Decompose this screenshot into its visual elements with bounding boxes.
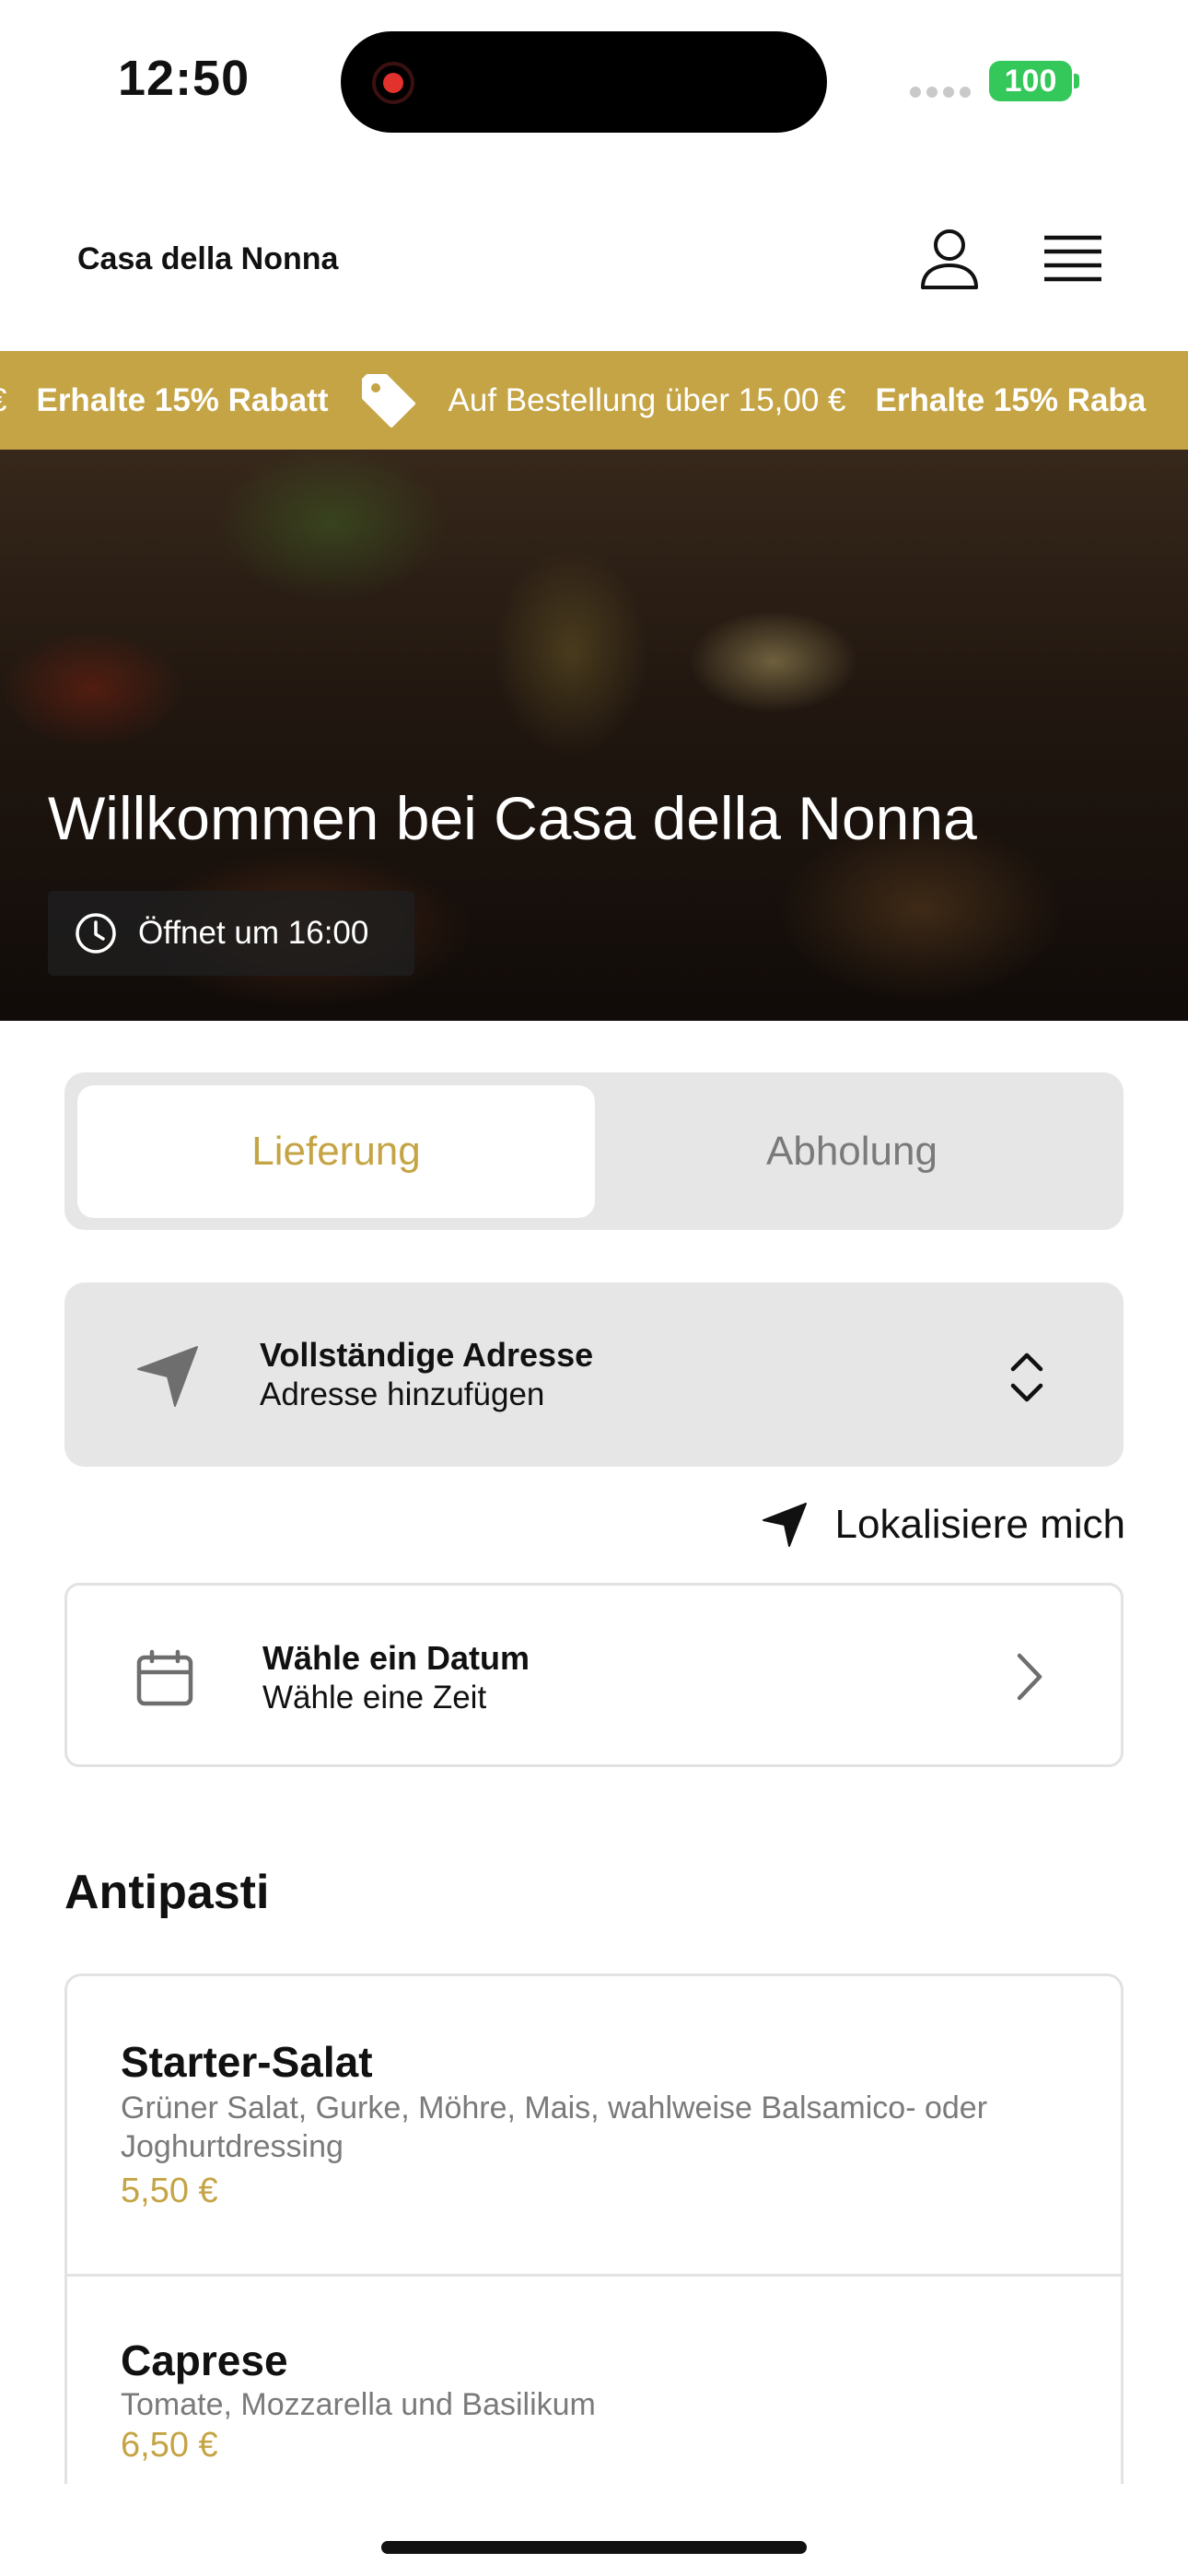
date-label: Wähle ein Datum — [262, 1639, 530, 1677]
user-icon[interactable] — [915, 225, 984, 293]
time-label: Wähle eine Zeit — [262, 1680, 487, 1715]
hamburger-menu-icon[interactable] — [1042, 228, 1103, 289]
menu-item-starter-salat[interactable]: Starter-Salat Grüner Salat, Gurke, Möhre… — [67, 1976, 1121, 2274]
signal-icon — [910, 87, 973, 100]
bottom-area — [0, 2484, 1188, 2576]
opening-hours-text: Öffnet um 16:00 — [138, 915, 369, 951]
address-placeholder: Adresse hinzufügen — [260, 1376, 545, 1412]
menu-section-title: Antipasti — [64, 1866, 270, 1919]
chevron-up-down-icon — [1010, 1352, 1043, 1402]
chevron-right-icon — [1017, 1653, 1042, 1701]
promo-discount-text: Erhalte 15% Raba — [875, 381, 1147, 418]
locate-me-button[interactable]: Lokalisiere mich — [748, 1496, 1125, 1553]
status-bar: 12:50 100 — [0, 0, 1188, 157]
order-mode-toggle: Lieferung Abholung — [64, 1072, 1124, 1230]
tag-icon — [361, 373, 415, 427]
battery-tip — [1074, 74, 1079, 88]
date-time-selector[interactable]: Wähle ein Datum Wähle eine Zeit — [64, 1583, 1124, 1767]
item-price: 5,50 € — [121, 2172, 218, 2210]
brand-name[interactable]: Casa della Nonna — [77, 241, 338, 277]
address-title: Vollständige Adresse — [260, 1336, 594, 1374]
item-description: Grüner Salat, Gurke, Möhre, Mais, wahlwe… — [121, 2090, 988, 2164]
calendar-icon — [136, 1649, 193, 1706]
promo-ticker: € Erhalte 15% Rabatt Auf Bestellung über… — [0, 351, 1188, 450]
promo-track: € Erhalte 15% Rabatt Auf Bestellung über… — [0, 351, 1175, 450]
item-price: 6,50 € — [121, 2426, 218, 2465]
navigation-arrow-icon — [762, 1503, 807, 1547]
tab-pickup[interactable]: Abholung — [593, 1085, 1111, 1218]
promo-condition-text: Auf Bestellung über 15,00 € — [448, 381, 846, 418]
tab-delivery[interactable]: Lieferung — [77, 1085, 595, 1218]
battery-icon: 100 — [989, 61, 1072, 101]
item-description: Tomate, Mozzarella und Basilikum — [121, 2387, 596, 2422]
item-name: Starter-Salat — [121, 2038, 373, 2086]
dynamic-island — [341, 31, 827, 133]
promo-text-fragment: € — [0, 382, 6, 419]
opening-hours-badge: Öffnet um 16:00 — [48, 891, 414, 976]
hero-title: Willkommen bei Casa della Nonna — [48, 784, 977, 852]
address-selector[interactable]: Vollständige Adresse Adresse hinzufügen — [64, 1282, 1124, 1467]
clock-icon — [76, 913, 116, 954]
location-arrow-icon — [137, 1346, 198, 1407]
status-time: 12:50 — [118, 51, 250, 106]
recording-icon — [372, 62, 414, 104]
promo-discount-text: Erhalte 15% Rabatt — [36, 381, 329, 418]
home-indicator[interactable] — [381, 2541, 807, 2554]
item-name: Caprese — [121, 2336, 288, 2384]
app-header: Casa della Nonna — [0, 184, 1188, 350]
locate-me-label: Lokalisiere mich — [834, 1502, 1125, 1547]
hero-banner: Willkommen bei Casa della Nonna Öffnet u… — [0, 450, 1188, 1021]
